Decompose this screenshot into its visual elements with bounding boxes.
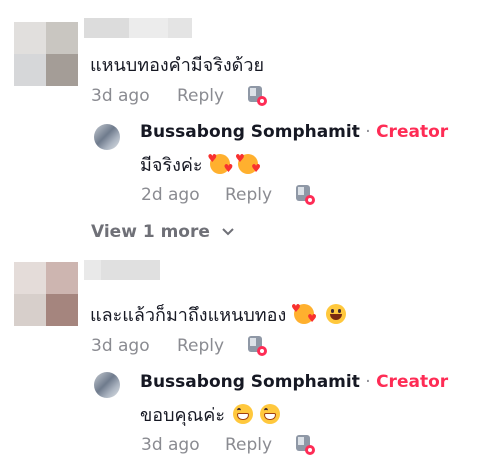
creator-reaction-icon: [248, 336, 267, 356]
reply-author-line[interactable]: Bussabong Somphamit · Creator: [140, 372, 448, 392]
separator: ·: [359, 122, 377, 142]
smiling-face-with-hearts-emoji: [235, 152, 261, 175]
reply-text-line: มีจริงค่ะ: [140, 150, 261, 179]
creator-avatar[interactable]: [94, 124, 120, 150]
smiling-face-with-hearts-emoji: [291, 302, 317, 325]
comment-text: แหนบทองคำมีจริงด้วย: [90, 55, 265, 76]
beaming-face-emoji: [260, 404, 281, 424]
view-more-label[interactable]: View 1 more: [91, 222, 210, 242]
comment-time: 3d ago: [91, 336, 150, 356]
creator-reaction-icon: [248, 86, 267, 106]
commenter-avatar[interactable]: [14, 22, 78, 86]
creator-reaction-icon: [296, 435, 315, 455]
reply-button[interactable]: Reply: [225, 435, 272, 455]
commenter-name-redacted[interactable]: [84, 260, 160, 280]
comment-text: และแล้วก็มาถึงแหนบทอง: [90, 305, 287, 326]
reply-time: 3d ago: [141, 435, 200, 455]
creator-badge: Creator: [376, 372, 449, 392]
reply-author-line[interactable]: Bussabong Somphamit · Creator: [140, 122, 448, 142]
beaming-face-emoji: [232, 404, 253, 424]
creator-badge: Creator: [376, 122, 449, 142]
smiling-face-with-hearts-emoji: [207, 152, 233, 175]
grinning-face-emoji: [325, 304, 346, 324]
commenter-name-redacted[interactable]: [84, 18, 192, 38]
view-more-replies[interactable]: View 1 more: [91, 222, 234, 242]
commenter-avatar[interactable]: [14, 262, 78, 326]
reply-author-name[interactable]: Bussabong Somphamit: [140, 122, 360, 142]
comment-time: 3d ago: [91, 86, 150, 106]
reply-button[interactable]: Reply: [225, 185, 272, 205]
reply-text: มีจริงค่ะ: [140, 155, 203, 176]
creator-reaction-icon: [296, 185, 315, 205]
reply-time: 2d ago: [141, 185, 200, 205]
creator-avatar[interactable]: [94, 372, 120, 398]
reply-button[interactable]: Reply: [177, 336, 224, 356]
separator: ·: [359, 372, 377, 392]
reply-text: ขอบคุณค่ะ: [140, 405, 225, 426]
reply-button[interactable]: Reply: [177, 86, 224, 106]
comment-text-line: และแล้วก็มาถึงแหนบทอง: [90, 300, 346, 329]
reply-author-name[interactable]: Bussabong Somphamit: [140, 372, 360, 392]
reply-text-line: ขอบคุณค่ะ: [140, 400, 281, 429]
chevron-down-icon: [222, 228, 234, 236]
